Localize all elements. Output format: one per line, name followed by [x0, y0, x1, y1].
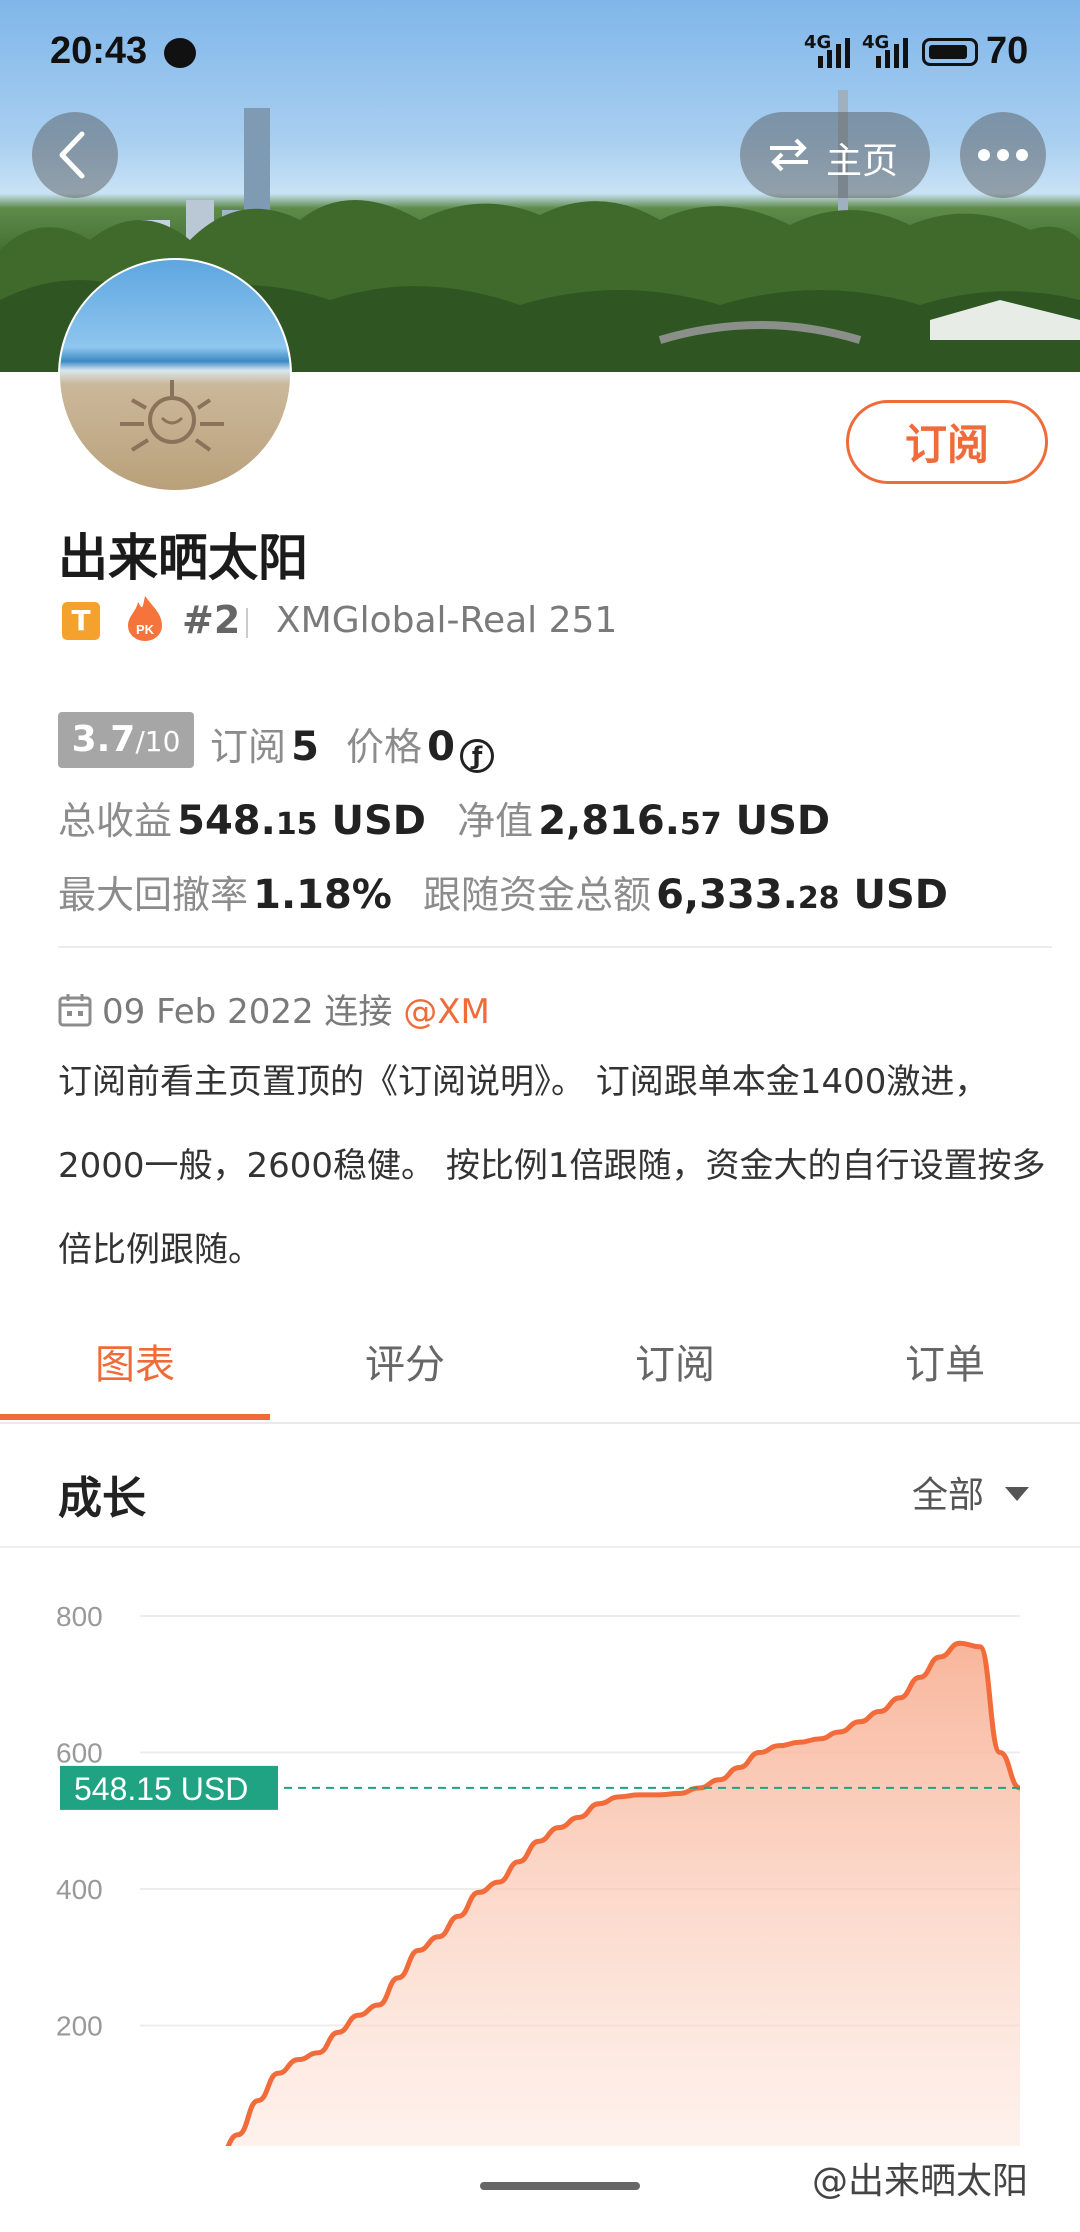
home-button-label: 主页 [826, 141, 899, 182]
home-indicator[interactable] [480, 2182, 640, 2190]
status-bar: 20:43 4G 4G 70 [0, 0, 1080, 108]
divider [246, 608, 248, 638]
broker-link[interactable]: @XM [403, 992, 490, 1032]
signal-bars-icon [818, 38, 850, 68]
range-select-label: 全部 [912, 1475, 985, 1516]
home-button[interactable]: 主页 [740, 112, 930, 198]
status-time: 20:43 [50, 30, 148, 72]
rank-label: #2 [182, 598, 241, 642]
current-value-label: 548.15 USD [74, 1771, 248, 1807]
joined-date: 09 Feb 2022 连接 [102, 992, 393, 1032]
watermark: @出来晒太阳 [812, 2161, 1029, 2202]
score-value: 3.7 [71, 719, 136, 760]
range-select[interactable]: 全部 [912, 1466, 1030, 1518]
stats-row-3: 最大回撤率 1.18% 跟随资金总额 6,333.28 USD [58, 864, 948, 919]
subs-label: 订阅 [210, 725, 287, 769]
stats-row-1: 订阅 5 价格 0 ƒ [210, 716, 495, 773]
section-title: 成长 [58, 1473, 146, 1524]
score-denominator: /10 [135, 725, 181, 758]
calendar-icon [58, 993, 92, 1036]
growth-chart: 800 600 400 200 548.15 USD [56, 1601, 1022, 2146]
growth-area [218, 1643, 1020, 2146]
equity-value: 2,816.57 USD [538, 798, 831, 844]
y-tick-label: 200 [56, 2011, 103, 2042]
subscribe-button[interactable]: 订阅 [846, 400, 1048, 484]
more-dots-icon [978, 149, 1028, 161]
swap-arrows-icon [770, 138, 808, 172]
y-tick-label: 600 [56, 1738, 103, 1769]
price-value: 0 [427, 724, 455, 770]
profile-name: 出来晒太阳 [58, 529, 308, 587]
follow-funds-label: 跟随资金总额 [422, 873, 651, 917]
drawdown-label: 最大回撤率 [58, 873, 249, 917]
svg-text:PK: PK [136, 622, 155, 637]
tab-bar: 图表 评分 订阅 订单 [0, 1322, 1080, 1424]
signal-bars-icon [876, 38, 908, 68]
chevron-left-icon [59, 131, 85, 179]
more-button[interactable] [960, 112, 1046, 198]
battery-icon [922, 38, 978, 66]
follow-funds-value: 6,333.28 USD [656, 872, 948, 918]
tab-active-indicator [0, 1414, 270, 1420]
tab-rating[interactable]: 评分 [270, 1322, 540, 1418]
divider [58, 946, 1052, 948]
y-tick-label: 400 [56, 1874, 103, 1905]
battery-level: 70 [986, 30, 1029, 72]
profit-value: 548.15 USD [177, 798, 426, 844]
account-label: XMGlobal-Real 251 [276, 600, 618, 641]
drawdown-value: 1.18% [253, 872, 392, 918]
avatar[interactable] [58, 258, 292, 492]
price-label: 价格 [346, 725, 423, 769]
score-badge: 3.7/10 [58, 712, 194, 768]
tab-chart[interactable]: 图表 [0, 1322, 270, 1418]
description: 订阅前看主页置顶的《订阅说明》。 订阅跟单本金1400激进，2000一般，260… [58, 1062, 1046, 1270]
y-tick-label: 800 [56, 1601, 103, 1632]
tab-orders[interactable]: 订单 [810, 1322, 1080, 1418]
sun-drawing-icon [120, 380, 224, 452]
equity-label: 净值 [457, 799, 534, 843]
tab-subscribe[interactable]: 订阅 [540, 1322, 810, 1418]
back-button[interactable] [32, 112, 118, 198]
trader-badge: T [62, 602, 100, 640]
subs-value: 5 [291, 724, 319, 770]
stats-row-2: 总收益 548.15 USD 净值 2,816.57 USD [58, 790, 830, 845]
currency-icon: ƒ [460, 738, 495, 773]
profit-label: 总收益 [58, 799, 173, 843]
joined-line: 09 Feb 2022 连接 @XM [58, 984, 490, 1036]
caret-down-icon [1005, 1487, 1030, 1501]
pk-fire-icon: PK [124, 594, 166, 642]
chat-bubble-icon [164, 38, 196, 68]
